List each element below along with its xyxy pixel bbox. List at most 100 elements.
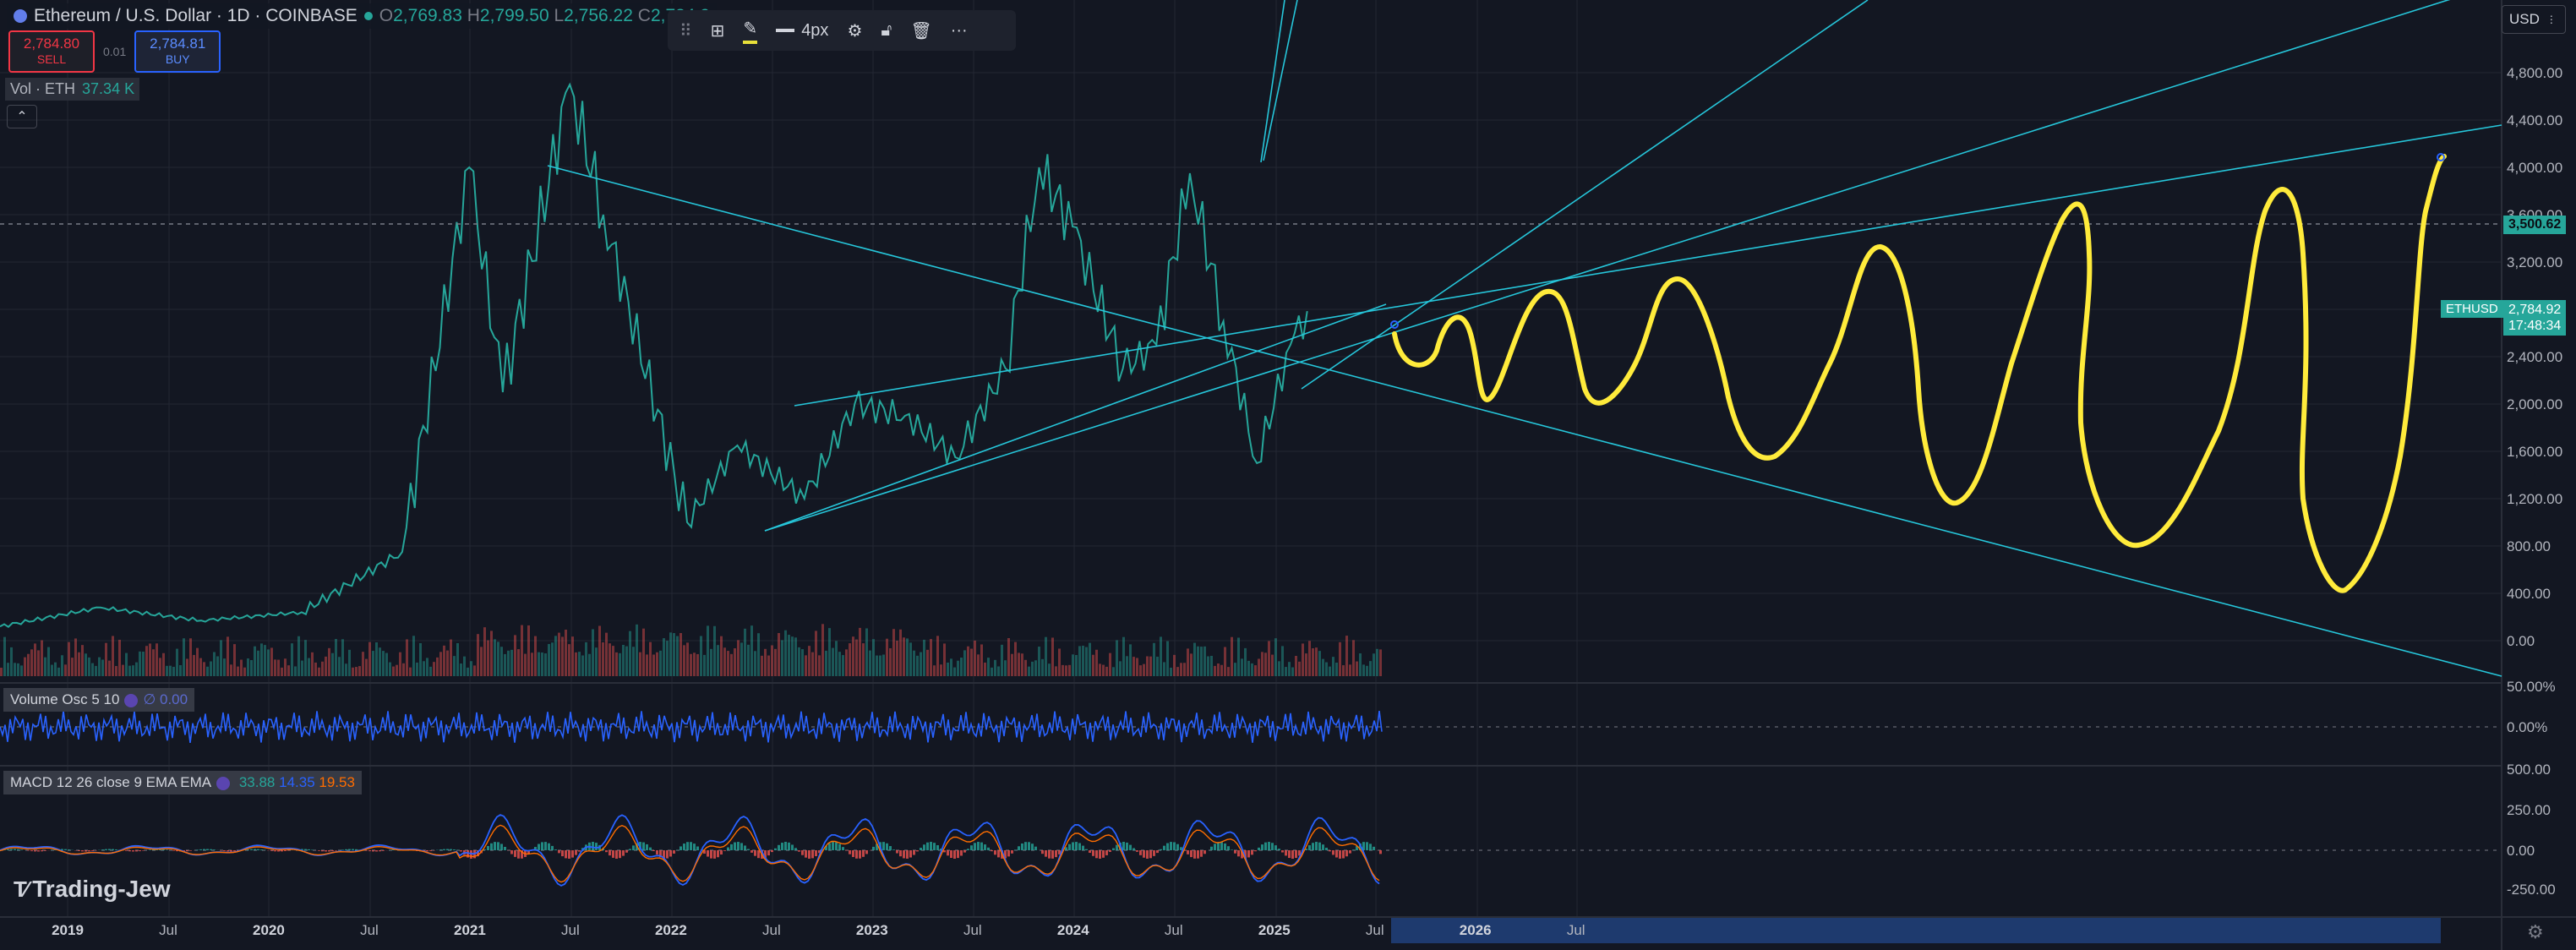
macd-histogram-bar (453, 849, 456, 850)
volume-bar (64, 664, 67, 676)
volume-bar (409, 667, 412, 676)
volume-bar (412, 636, 415, 676)
volume-bar (575, 652, 577, 676)
macd-histogram-bar (460, 850, 462, 852)
volume-bar (872, 639, 875, 676)
volume-bar (277, 659, 280, 676)
volume-bar (1312, 648, 1314, 676)
volume-bar (264, 645, 266, 676)
volume-bar (125, 652, 128, 676)
volume-bar (882, 654, 885, 676)
volume-bar (791, 636, 794, 676)
sell-button[interactable]: 2,784.80 SELL (8, 30, 95, 73)
volume-bar (585, 642, 587, 676)
template-icon[interactable]: ⊞ (711, 20, 725, 41)
volume-bar (615, 652, 618, 676)
volume-bar (230, 664, 232, 676)
volume-bar (632, 647, 635, 676)
volume-bar (903, 637, 905, 676)
volume-bar (767, 655, 770, 676)
buy-button[interactable]: 2,784.81 BUY (134, 30, 221, 73)
volume-bar (548, 643, 550, 676)
collapse-legend-button[interactable]: ⌃ (7, 105, 37, 128)
volume-bar (7, 663, 9, 676)
volume-bar (240, 659, 243, 676)
osc-tick-label: 0.00% (2507, 719, 2547, 735)
macd-histogram-bar (348, 849, 351, 850)
pen-icon[interactable]: ✎ (743, 18, 758, 44)
settings-icon[interactable]: ⚙ (847, 20, 862, 41)
trend-lines[interactable] (547, 0, 2502, 677)
lock-icon[interactable]: 🔓︎ (881, 21, 892, 41)
volume-bar (284, 658, 287, 676)
volume-bar (1176, 667, 1179, 676)
macd-histogram-bar (649, 847, 652, 850)
macd-histogram-bar (30, 850, 33, 852)
volume-bar (991, 667, 993, 676)
macd-histogram-bar (1034, 846, 1037, 850)
volume-bar (646, 654, 648, 676)
symbol-legend[interactable]: Ethereum / U.S. Dollar · 1D · COINBASE O… (7, 3, 718, 29)
volume-bar (379, 647, 381, 676)
macd-histogram-bar (605, 850, 608, 853)
yellow-projection-drawing[interactable] (1392, 154, 2447, 593)
macd-histogram-bar (483, 849, 486, 850)
macd-histogram-bar (311, 849, 314, 850)
volume-bar (970, 648, 973, 676)
volume-bar (886, 638, 888, 676)
macd-histogram-bar (274, 850, 276, 852)
macd-histogram-bar (1379, 850, 1382, 854)
macd-histogram-bar (1329, 850, 1331, 852)
macd-histogram-bar (14, 849, 16, 850)
volume-bar (1078, 646, 1081, 676)
volume-bar (24, 657, 26, 676)
macd-histogram-bar (1105, 850, 1108, 855)
volume-bar (1109, 652, 1111, 676)
macd-histogram-bar (341, 849, 344, 850)
volume-bar (1136, 658, 1138, 676)
volume-bar (78, 652, 80, 676)
drag-handle-icon[interactable]: ⠿ (679, 20, 692, 41)
macd-legend[interactable]: MACD 12 26 close 9 EMA EMA 33.88 14.35 1… (3, 771, 362, 794)
volume-bar (524, 653, 527, 676)
macd-histogram-bar (771, 850, 773, 853)
macd-histogram-bar (1237, 850, 1240, 857)
macd-histogram-bar (128, 850, 131, 852)
price-tick-label: 800.00 (2507, 538, 2551, 554)
macd-histogram-bar (1312, 843, 1314, 850)
volume-bar (490, 631, 493, 676)
line-width-button[interactable]: 4px (776, 21, 828, 41)
volume-bar (189, 638, 192, 676)
currency-select[interactable]: USD ⋮ (2502, 5, 2566, 34)
volume-bar (686, 642, 689, 676)
price-tick-label: 3,200.00 (2507, 254, 2562, 270)
trash-icon[interactable]: 🗑︎ (910, 20, 931, 41)
macd-tick-label: 500.00 (2507, 762, 2551, 778)
macd-histogram-bar (1261, 844, 1263, 850)
macd-histogram-bar (987, 847, 990, 850)
volume-bar (139, 651, 141, 676)
macd-histogram-bar (801, 850, 804, 855)
macd-histogram-bar (673, 850, 675, 854)
volume-bar (1335, 662, 1338, 676)
macd-histogram-bar (683, 844, 685, 850)
macd-histogram-bar (717, 850, 719, 858)
volume-bar (95, 665, 97, 676)
volume-bar (531, 652, 533, 676)
indicator-icon (124, 693, 139, 707)
volume-legend[interactable]: Vol · ETH 37.34 K (5, 78, 140, 101)
volume-osc-legend[interactable]: Volume Osc 5 10 ∅ 0.00 (3, 688, 195, 712)
volume-bar (622, 644, 625, 676)
macd-histogram-bar (1335, 850, 1338, 858)
macd-histogram-bar (561, 850, 564, 857)
volume-bar (957, 660, 959, 676)
more-icon[interactable]: ··· (951, 21, 968, 41)
macd-histogram-bar (723, 850, 726, 851)
chart-canvas[interactable]: 4,800.004,400.004,000.003,600.003,200.00… (0, 0, 2576, 950)
macd-histogram-bar (1295, 850, 1297, 859)
volume-bar (1048, 663, 1051, 676)
volume-bar (764, 648, 767, 676)
macd-histogram-bar (554, 849, 557, 850)
gear-icon[interactable]: ⚙ (2527, 921, 2544, 943)
macd-histogram-bar (186, 850, 188, 852)
